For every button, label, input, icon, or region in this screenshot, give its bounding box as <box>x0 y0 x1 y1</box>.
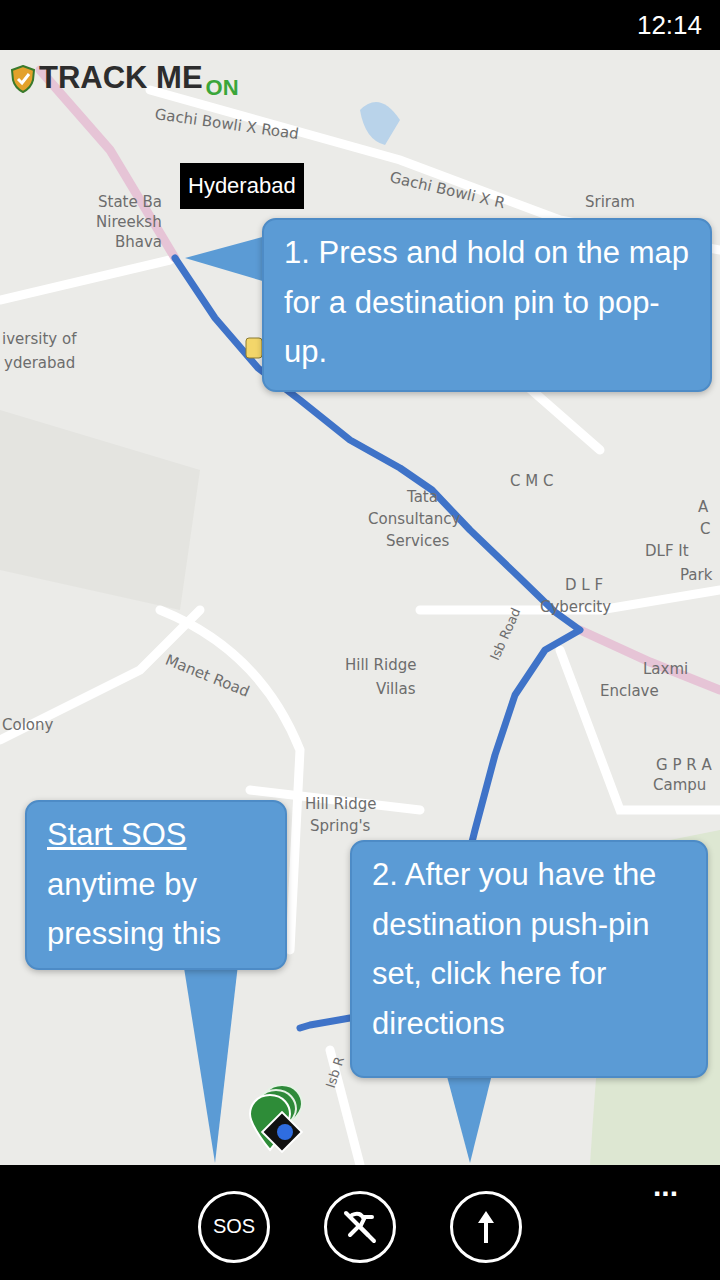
no-tracking-icon <box>338 1205 382 1249</box>
map-label: Enclave <box>600 682 659 700</box>
destination-callout: 1. Press and hold on the map for a desti… <box>262 218 712 392</box>
logo-suffix: ON <box>206 77 239 99</box>
poi-marker-icon <box>246 338 262 358</box>
phone-screen: 12:14 Gachi Bowli X RoadGachi Bowli X RSr… <box>0 0 720 1280</box>
more-button[interactable]: ... <box>653 1165 700 1201</box>
map-label: Colony <box>2 716 53 734</box>
map-label: Tata <box>407 488 438 506</box>
map-label: D L F <box>565 576 603 594</box>
status-bar: 12:14 <box>0 0 720 50</box>
sos-callout-emphasis: Start SOS <box>47 817 187 852</box>
map-label: Hill Ridge <box>305 795 376 813</box>
map-label: iversity of <box>2 330 76 348</box>
map-label: A <box>698 498 708 516</box>
map-label: DLF It <box>645 542 689 560</box>
map-label: G P R A <box>656 756 712 774</box>
map-label: Consultancy <box>368 510 460 528</box>
logo-text: TRACK ME <box>39 62 203 93</box>
directions-button[interactable] <box>450 1191 522 1263</box>
sos-label: SOS <box>213 1215 255 1238</box>
destination-pin-label[interactable]: Hyderabad <box>180 163 304 209</box>
map-label: yderabad <box>4 354 75 372</box>
sos-callout-text: anytime by pressing this <box>47 867 221 952</box>
map-label: Laxmi <box>643 660 688 678</box>
map-label: State Ba <box>98 193 162 211</box>
sos-callout: Start SOS anytime by pressing this <box>25 800 287 970</box>
no-tracking-button[interactable] <box>324 1191 396 1263</box>
directions-callout: 2. After you have the destination push-p… <box>350 840 708 1078</box>
map-label: Bhava <box>115 233 162 251</box>
map[interactable]: Gachi Bowli X RoadGachi Bowli X RSriramS… <box>0 50 720 1165</box>
map-label: Cybercity <box>540 598 611 616</box>
map-label: Services <box>386 532 449 550</box>
status-time: 12:14 <box>637 10 702 41</box>
shield-icon <box>10 65 36 93</box>
directions-icon <box>464 1205 508 1249</box>
app-logo: TRACK MEON <box>10 62 239 93</box>
map-label: Hill Ridge <box>345 656 416 674</box>
sos-button[interactable]: SOS <box>198 1191 270 1263</box>
map-label: Nireeksh <box>96 213 162 231</box>
map-label: Campu <box>653 776 706 794</box>
current-location-icon <box>262 1112 302 1152</box>
map-label: Sriram <box>585 193 635 211</box>
app-bar: SOS... <box>0 1165 720 1280</box>
map-label: C <box>700 520 710 538</box>
map-label: Spring's <box>310 817 370 835</box>
map-label: Park <box>680 566 712 584</box>
route-line-end <box>300 1018 350 1028</box>
map-label: C M C <box>510 472 553 490</box>
map-label: Villas <box>376 680 415 698</box>
